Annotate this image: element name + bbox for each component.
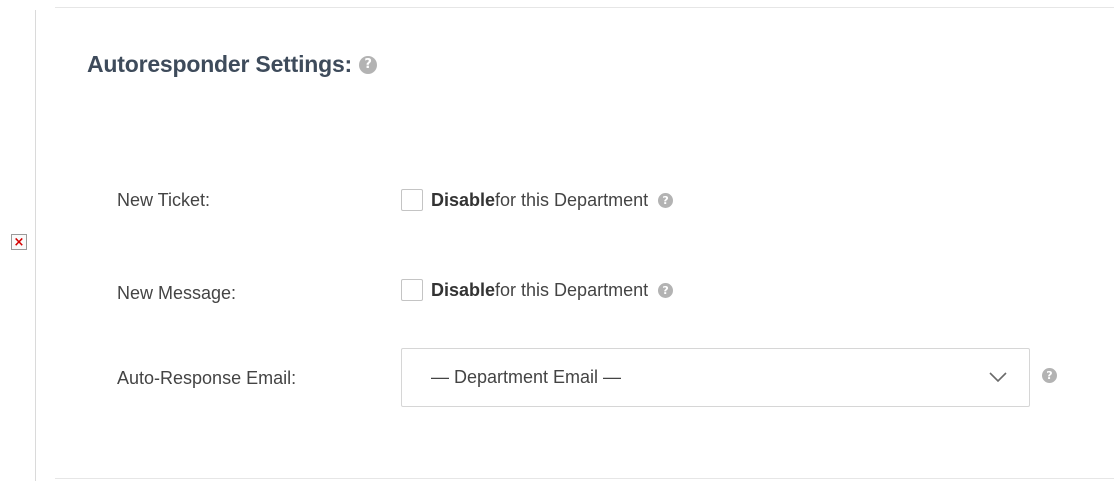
bottom-divider xyxy=(55,478,1114,479)
new-ticket-disable-checkbox[interactable] xyxy=(401,189,423,211)
new-message-option: Disable for this Department ? xyxy=(401,279,674,301)
auto-response-email-label: Auto-Response Email: xyxy=(117,368,297,388)
new-message-disable-bold: Disable xyxy=(431,279,496,300)
new-message-label: New Message: xyxy=(117,283,237,303)
new-ticket-disable-bold: Disable xyxy=(431,189,496,210)
auto-response-email-value: — Department Email — xyxy=(431,367,622,387)
section-title: Autoresponder Settings: ? xyxy=(87,51,378,78)
new-message-disable-text: for this Department xyxy=(495,279,649,300)
new-ticket-option: Disable for this Department ? xyxy=(401,189,674,211)
question-circle-icon[interactable]: ? xyxy=(658,282,674,298)
question-circle-icon[interactable]: ? xyxy=(359,55,378,74)
broken-image-icon: × xyxy=(11,234,27,250)
top-divider xyxy=(55,7,1114,8)
new-message-disable-checkbox[interactable] xyxy=(401,279,423,301)
question-circle-icon[interactable]: ? xyxy=(1042,368,1057,383)
new-ticket-disable-text: for this Department xyxy=(495,189,649,210)
section-title-text: Autoresponder Settings: xyxy=(87,51,353,77)
chevron-down-icon xyxy=(989,372,1007,383)
broken-image-x: × xyxy=(13,234,25,250)
auto-response-email-select[interactable]: — Department Email — xyxy=(401,348,1030,407)
new-ticket-label: New Ticket: xyxy=(117,190,211,210)
left-divider xyxy=(35,10,36,481)
question-circle-icon[interactable]: ? xyxy=(658,192,674,208)
